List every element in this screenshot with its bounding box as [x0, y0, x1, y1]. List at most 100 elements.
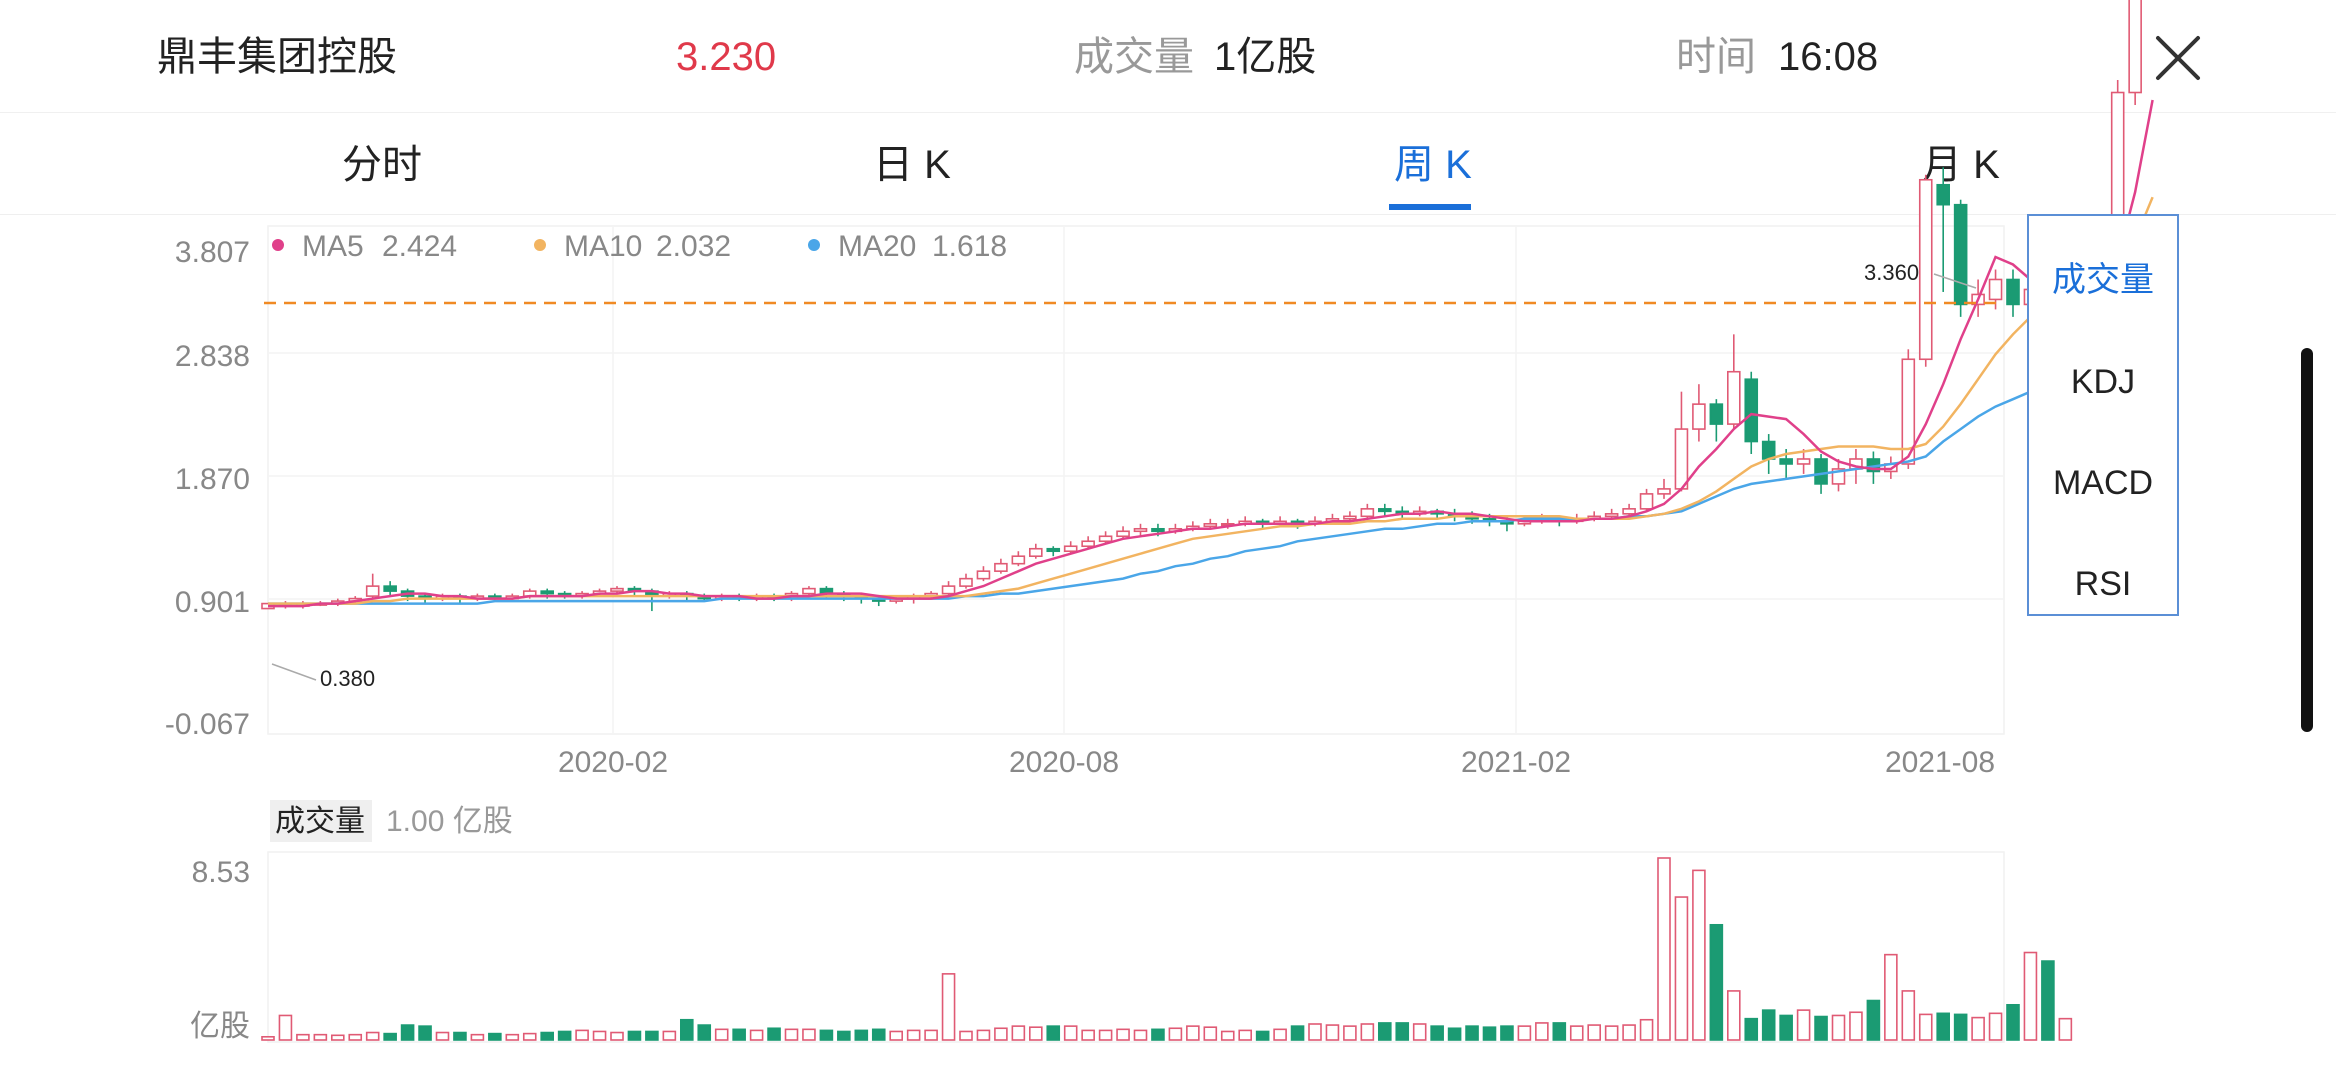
- volume-bar: [871, 1028, 886, 1041]
- volume-bar: [714, 1028, 729, 1041]
- candle-body: [1011, 555, 1026, 565]
- volume-bar: [1953, 1013, 1968, 1041]
- candle-body: [610, 587, 624, 592]
- volume-bar: [575, 1029, 589, 1041]
- volume-bar: [505, 1033, 520, 1041]
- volume-bar: [1081, 1029, 1095, 1041]
- volume-bar: [679, 1018, 694, 1041]
- volume-bar: [1604, 1025, 1619, 1041]
- volume-bar: [1761, 1009, 1776, 1041]
- volume-bar: [959, 1030, 973, 1041]
- ma-legend: MA5 2.424 MA10 2.032 MA20 1.618: [272, 230, 1007, 263]
- volume-bar: [819, 1029, 834, 1041]
- volume-bar: [1116, 1028, 1130, 1041]
- volume-bar: [418, 1025, 432, 1041]
- candle-body: [1133, 527, 1148, 533]
- candle-body: [1936, 183, 1950, 206]
- volume-plot-frame: [267, 851, 2005, 1043]
- ma10-label: MA10: [564, 230, 642, 263]
- volume-bar: [1186, 1025, 1200, 1041]
- candle-body: [1622, 508, 1636, 515]
- volume-header: 成交量 1.00 亿股 8.53 亿股: [190, 800, 513, 1043]
- volume-bar: [1971, 1016, 1985, 1041]
- candle-body: [1029, 547, 1043, 558]
- candle-body: [976, 570, 991, 580]
- volume-bar: [732, 1028, 746, 1041]
- candle-body: [1779, 458, 1793, 465]
- price-tick: 3.807: [175, 236, 250, 269]
- scrollbar[interactable]: [2301, 348, 2313, 732]
- volume-bar: [2041, 960, 2055, 1041]
- volume-bar: [1692, 869, 1706, 1041]
- volume-bars: [261, 857, 2073, 1041]
- candle-body: [1692, 403, 1706, 430]
- volume-bar: [906, 1029, 921, 1041]
- volume-bar: [837, 1030, 851, 1041]
- candle-body: [1343, 515, 1357, 520]
- price-tick: -0.067: [165, 708, 250, 741]
- volume-bar: [453, 1031, 467, 1041]
- volume-bar: [313, 1033, 328, 1041]
- volume-bar: [1709, 923, 1724, 1041]
- candle-body: [1988, 278, 2003, 301]
- volume-bar: [1988, 1012, 2003, 1041]
- candle-body: [383, 585, 397, 592]
- time-tick: 2021-02: [1461, 746, 1571, 779]
- ma10-value: 2.032: [656, 230, 731, 263]
- volume-bar: [365, 1031, 380, 1041]
- volume-bar: [1482, 1026, 1497, 1041]
- volume-bar: [522, 1032, 537, 1041]
- ma10-line: [268, 196, 2154, 605]
- candle-body: [1744, 378, 1759, 443]
- volume-bar: [1465, 1025, 1479, 1041]
- candle-body: [1098, 535, 1113, 543]
- candle-body: [1081, 540, 1095, 548]
- volume-bar: [1360, 1023, 1375, 1041]
- volume-bar: [1203, 1026, 1218, 1041]
- candle-body: [1378, 508, 1392, 513]
- volume-bar: [1343, 1025, 1357, 1041]
- volume-bar: [610, 1031, 624, 1041]
- ma20-dot: [808, 239, 820, 251]
- candle-body: [1657, 488, 1671, 495]
- candle-body: [1709, 403, 1724, 425]
- volume-bar: [1290, 1025, 1305, 1041]
- volume-bar: [1866, 999, 1881, 1041]
- price-tick: 2.838: [175, 340, 250, 373]
- volume-unit: 1.00 亿股: [386, 805, 513, 838]
- volume-bar: [400, 1024, 415, 1041]
- candle-body: [1151, 527, 1165, 533]
- indicator-macd[interactable]: MACD: [2029, 461, 2177, 505]
- volume-bar: [662, 1030, 677, 1041]
- volume-bar: [994, 1027, 1008, 1041]
- volume-bar: [1168, 1027, 1183, 1041]
- candle-body: [1918, 178, 1933, 361]
- candle-body: [1116, 530, 1130, 538]
- volume-bar: [941, 973, 956, 1041]
- volume-bar: [1500, 1025, 1514, 1041]
- volume-bar: [383, 1032, 397, 1041]
- price-tick: 0.901: [175, 586, 250, 619]
- volume-bar: [1308, 1023, 1322, 1041]
- volume-bar: [1238, 1029, 1252, 1041]
- volume-bar: [854, 1029, 869, 1041]
- volume-bar: [1029, 1026, 1043, 1041]
- volume-bar: [802, 1028, 816, 1041]
- ma5-label: MA5: [302, 230, 364, 263]
- volume-bar: [784, 1028, 799, 1041]
- candle-body: [1604, 513, 1619, 518]
- indicator-kdj[interactable]: KDJ: [2029, 360, 2177, 404]
- indicator-volume[interactable]: 成交量: [2029, 258, 2177, 302]
- volume-bar: [1046, 1025, 1061, 1041]
- volume-bar: [1918, 1013, 1933, 1041]
- time-axis: 2020-02 2020-08 2021-02 2021-08: [558, 746, 1995, 779]
- volume-bar: [488, 1032, 502, 1041]
- candle-body: [2006, 278, 2020, 306]
- price-tick: 1.870: [175, 463, 250, 496]
- indicator-rsi[interactable]: RSI: [2029, 562, 2177, 606]
- ma5-dot: [272, 239, 284, 251]
- volume-bar: [1657, 857, 1671, 1041]
- volume-top-tick: 8.53: [192, 856, 250, 889]
- candle-body: [1360, 508, 1375, 518]
- candle-body: [994, 562, 1008, 572]
